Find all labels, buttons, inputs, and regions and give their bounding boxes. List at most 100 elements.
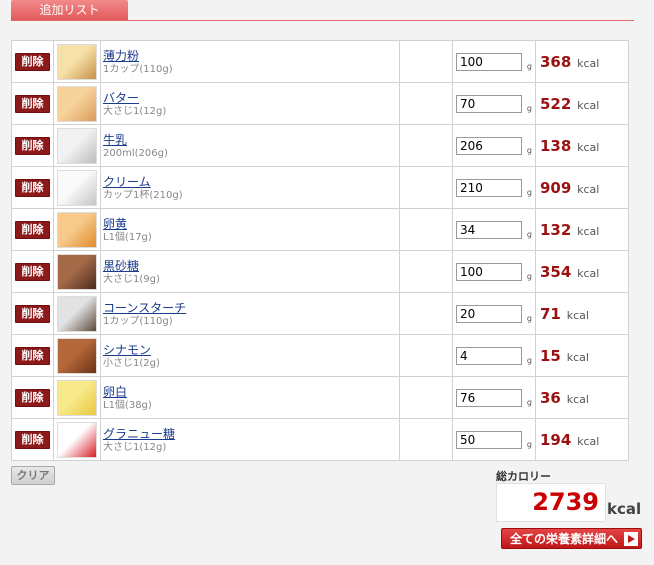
ingredient-name-link[interactable]: 卵白: [103, 385, 399, 399]
clear-button[interactable]: クリア: [11, 466, 55, 485]
calorie-value: 132: [540, 220, 572, 239]
blank-cell: [399, 40, 453, 83]
ingredient-portion: 200ml(206g): [103, 148, 168, 159]
ingredient-name-link[interactable]: 薄力粉: [103, 49, 399, 63]
delete-cell: 削除: [11, 250, 54, 293]
delete-button[interactable]: 削除: [15, 94, 50, 113]
ingredient-name-link[interactable]: クリーム: [103, 175, 399, 189]
blank-cell: [399, 418, 453, 461]
blank-cell: [399, 376, 453, 419]
thumbnail-cell: [53, 418, 101, 461]
delete-cell: 削除: [11, 40, 54, 83]
ingredient-name-link[interactable]: グラニュー糖: [103, 427, 399, 441]
total-calorie-box: 2739: [496, 483, 606, 522]
ingredient-name-link[interactable]: コーンスターチ: [103, 301, 399, 315]
calorie-value: 15: [540, 346, 561, 365]
granulated-sugar-icon: [57, 421, 97, 458]
ingredient-portion: 大さじ1(12g): [103, 106, 167, 117]
quantity-cell: g: [452, 250, 536, 293]
table-row: 削除 卵白 L1個(38g) g 36 kcal: [11, 376, 629, 419]
kcal-unit: kcal: [566, 392, 589, 406]
delete-button[interactable]: 削除: [15, 136, 50, 155]
thumbnail-cell: [53, 292, 101, 335]
quantity-cell: g: [452, 82, 536, 125]
table-row: 削除 クリーム カップ1杯(210g) g 909 kcal: [11, 166, 629, 209]
kcal-unit: kcal: [577, 98, 600, 112]
name-cell: クリーム カップ1杯(210g): [100, 166, 400, 209]
quantity-input[interactable]: [456, 430, 522, 449]
table-row: 削除 グラニュー糖 大さじ1(12g) g 194 kcal: [11, 418, 629, 461]
delete-button[interactable]: 削除: [15, 388, 50, 407]
thumbnail-cell: [53, 166, 101, 209]
thumbnail-cell: [53, 334, 101, 377]
ingredient-name-link[interactable]: 牛乳: [103, 133, 399, 147]
brown-sugar-icon: [57, 253, 97, 290]
calorie-cell: 368 kcal: [535, 40, 629, 83]
quantity-input[interactable]: [456, 136, 522, 155]
name-cell: 薄力粉 1カップ(110g): [100, 40, 400, 83]
quantity-input[interactable]: [456, 346, 522, 365]
delete-cell: 削除: [11, 334, 54, 377]
gram-unit: g: [526, 145, 532, 155]
delete-button[interactable]: 削除: [15, 220, 50, 239]
delete-cell: 削除: [11, 418, 54, 461]
quantity-input[interactable]: [456, 52, 522, 71]
nutrition-detail-button[interactable]: 全ての栄養素詳細へ: [501, 528, 642, 549]
ingredient-portion: カップ1杯(210g): [103, 190, 183, 201]
quantity-input[interactable]: [456, 262, 522, 281]
name-cell: コーンスターチ 1カップ(110g): [100, 292, 400, 335]
calorie-value: 522: [540, 94, 572, 113]
ingredient-name-link[interactable]: バター: [103, 91, 399, 105]
quantity-input[interactable]: [456, 388, 522, 407]
delete-cell: 削除: [11, 376, 54, 419]
delete-cell: 削除: [11, 166, 54, 209]
quantity-input[interactable]: [456, 94, 522, 113]
ingredient-name-link[interactable]: 黒砂糖: [103, 259, 399, 273]
blank-cell: [399, 166, 453, 209]
calorie-cell: 354 kcal: [535, 250, 629, 293]
gram-unit: g: [526, 313, 532, 323]
ingredient-portion: 大さじ1(12g): [103, 442, 167, 453]
name-cell: 卵白 L1個(38g): [100, 376, 400, 419]
thumbnail-cell: [53, 250, 101, 293]
quantity-input[interactable]: [456, 304, 522, 323]
delete-button[interactable]: 削除: [15, 430, 50, 449]
table-row: 削除 黒砂糖 大さじ1(9g) g 354 kcal: [11, 250, 629, 293]
blank-cell: [399, 208, 453, 251]
kcal-unit: kcal: [577, 56, 600, 70]
calorie-cell: 36 kcal: [535, 376, 629, 419]
ingredient-portion: 小さじ1(2g): [103, 358, 160, 369]
delete-button[interactable]: 削除: [15, 52, 50, 71]
delete-button[interactable]: 削除: [15, 304, 50, 323]
delete-button[interactable]: 削除: [15, 346, 50, 365]
name-cell: 卵黄 L1個(17g): [100, 208, 400, 251]
kcal-unit: kcal: [566, 308, 589, 322]
ingredient-name-link[interactable]: シナモン: [103, 343, 399, 357]
nutrition-detail-label: 全ての栄養素詳細へ: [510, 532, 619, 546]
tab-added-list[interactable]: 追加リスト: [11, 0, 128, 20]
kcal-unit: kcal: [577, 224, 600, 238]
gram-unit: g: [526, 187, 532, 197]
ingredient-name-link[interactable]: 卵黄: [103, 217, 399, 231]
calorie-value: 354: [540, 262, 572, 281]
calorie-cell: 15 kcal: [535, 334, 629, 377]
calorie-cell: 138 kcal: [535, 124, 629, 167]
table-row: 削除 薄力粉 1カップ(110g) g 368 kcal: [11, 40, 629, 83]
quantity-cell: g: [452, 40, 536, 83]
ingredient-portion: 大さじ1(9g): [103, 274, 160, 285]
quantity-input[interactable]: [456, 220, 522, 239]
quantity-cell: g: [452, 208, 536, 251]
tab-divider: [11, 20, 634, 21]
kcal-unit: kcal: [566, 350, 589, 364]
arrow-right-icon: [624, 532, 638, 546]
cornstarch-icon: [57, 295, 97, 332]
cinnamon-icon: [57, 337, 97, 374]
table-row: 削除 バター 大さじ1(12g) g 522 kcal: [11, 82, 629, 125]
gram-unit: g: [526, 397, 532, 407]
ingredient-table: 削除 薄力粉 1カップ(110g) g 368 kcal 削除 バター 大さじ1…: [11, 40, 629, 461]
delete-button[interactable]: 削除: [15, 262, 50, 281]
quantity-input[interactable]: [456, 178, 522, 197]
calorie-cell: 132 kcal: [535, 208, 629, 251]
blank-cell: [399, 334, 453, 377]
delete-button[interactable]: 削除: [15, 178, 50, 197]
